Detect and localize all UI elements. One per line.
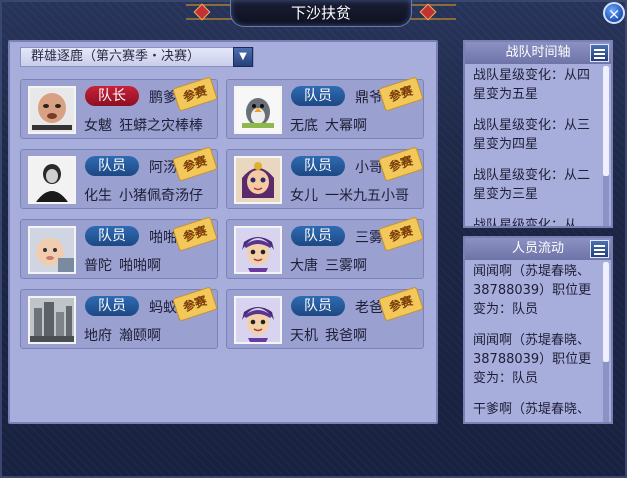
flow-entry: 闻闻啊（苏堤春晓、38788039）职位更变为：队员 [473,264,592,317]
flow-list[interactable]: 闻闻啊（苏堤春晓、38788039）职位更变为：队员 闻闻啊（苏堤春晓、3878… [465,260,611,422]
timeline-entry: 战队星级变化：从 [473,218,578,226]
timeline-menu-icon[interactable] [590,44,609,62]
participate-stamp: 参赛 [172,286,218,322]
role-badge: 队员 [85,226,139,246]
window-title: 下沙扶贫 [230,0,412,27]
flow-entry: 干爹啊（苏堤春晓、 [473,402,591,417]
member-school: 普陀 [84,258,112,274]
participate-stamp: 参赛 [378,146,424,182]
role-badge: 队员 [291,156,345,176]
participate-stamp: 参赛 [172,216,218,252]
team-timeline-panel: 战队时间轴 战队星级变化：从四星变为五星 战队星级变化：从三星变为四星 战队星级… [463,40,613,228]
member-school: 无底 [290,118,318,134]
member-school: 女魃 [84,118,112,134]
member-card[interactable]: 队员 小哥 女儿 一米九五小哥 参赛 [226,146,424,209]
role-badge: 队员 [85,296,139,316]
member-card-leader[interactable]: 队长 鹏爹 女魃 狂蟒之灾棒棒 参赛 [20,76,218,139]
member-nickname: 啪啪啊 [119,258,161,274]
timeline-entry: 战队星级变化：从二星变为三星 [473,168,591,202]
member-school: 化生 [84,188,112,204]
flow-menu-icon[interactable] [590,240,609,258]
member-card[interactable]: 队员 啪啪 普陀 啪啪啊 参赛 [20,216,218,279]
participate-stamp: 参赛 [172,146,218,182]
participate-stamp: 参赛 [378,286,424,322]
role-badge: 队员 [291,296,345,316]
role-badge: 队员 [291,226,345,246]
role-badge: 队员 [291,86,345,106]
participate-stamp: 参赛 [378,216,424,252]
member-card[interactable]: 队员 三雾 大唐 三雾啊 参赛 [226,216,424,279]
rain-city-avatar [28,296,76,344]
bw-portrait-avatar [28,156,76,204]
timeline-list[interactable]: 战队星级变化：从四星变为五星 战队星级变化：从三星变为四星 战队星级变化：从二星… [465,64,611,226]
role-badge: 队员 [85,156,139,176]
penguin-cartoon-avatar [234,86,282,134]
member-school: 女儿 [290,188,318,204]
member-school: 地府 [84,328,112,344]
season-dropdown-value: 群雄逐鹿（第六赛季・决赛） [31,49,201,64]
member-nickname: 我爸啊 [325,328,367,344]
game-character-boy-avatar [234,296,282,344]
member-nickname: 三雾啊 [325,258,367,274]
flow-entry: 闻闻啊（苏堤春晓、38788039）职位更变为：队员 [473,333,592,386]
member-nickname: 狂蟒之灾棒棒 [119,118,203,134]
baby-photo-avatar [28,226,76,274]
member-school: 大唐 [290,258,318,274]
member-card[interactable]: 队员 鼎爷 无底 大幂啊 参赛 [226,76,424,139]
season-dropdown[interactable]: 群雄逐鹿（第六赛季・决赛） ▼ [20,47,254,67]
timeline-entry: 战队星级变化：从四星变为五星 [473,68,591,102]
game-character-boy-avatar [234,226,282,274]
chevron-down-icon[interactable]: ▼ [233,47,253,67]
member-card[interactable]: 队员 蚂蚁 地府 瀚颐啊 参赛 [20,286,218,349]
member-nickname: 一米九五小哥 [325,188,409,204]
timeline-entry: 战队星级变化：从三星变为四星 [473,118,591,152]
participate-stamp: 参赛 [378,76,424,112]
member-nickname: 大幂啊 [325,118,367,134]
participate-stamp: 参赛 [172,76,218,112]
role-badge: 队长 [85,86,139,106]
member-nickname: 小猪佩奇汤仔 [119,188,203,204]
timeline-scroll-thumb[interactable] [603,66,609,176]
game-character-girl-avatar [234,156,282,204]
close-button[interactable]: × [603,2,625,24]
flow-scrollbar[interactable] [603,262,609,422]
member-school: 天机 [290,328,318,344]
meme-baby-photo-avatar [28,86,76,134]
personnel-flow-panel: 人员流动 闻闻啊（苏堤春晓、38788039）职位更变为：队员 闻闻啊（苏堤春晓… [463,236,613,424]
flow-scroll-thumb[interactable] [603,262,609,362]
timeline-scrollbar[interactable] [603,66,609,226]
member-card[interactable]: 队员 老爸 天机 我爸啊 参赛 [226,286,424,349]
team-members-panel: 群雄逐鹿（第六赛季・决赛） ▼ 队长 鹏爹 女魃 狂蟒之灾棒棒 参赛 队员 鼎爷… [8,40,438,424]
member-nickname: 瀚颐啊 [119,328,161,344]
member-card[interactable]: 队员 阿汤 化生 小猪佩奇汤仔 参赛 [20,146,218,209]
